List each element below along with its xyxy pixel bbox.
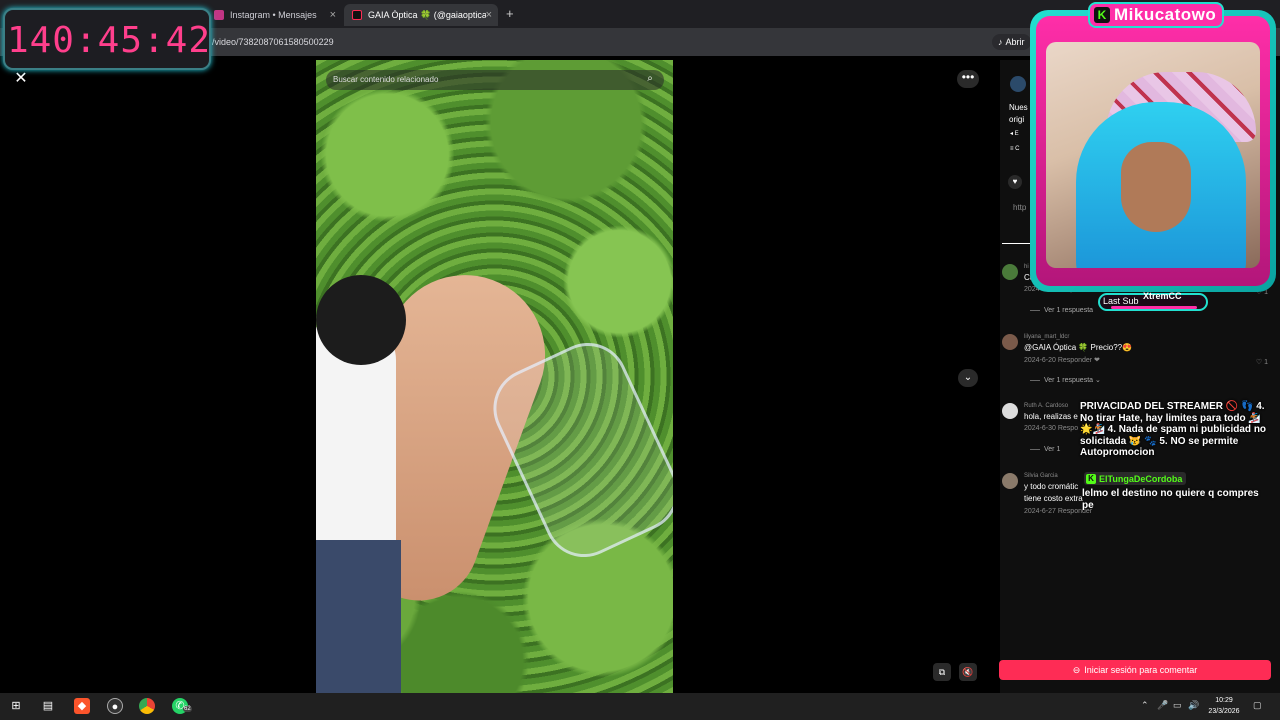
network-icon[interactable]: ▭ (1173, 700, 1182, 711)
microphone-icon[interactable]: 🎤 (1157, 700, 1168, 711)
obs-icon[interactable]: ● (107, 698, 123, 714)
caption-icon: ≡ C (1010, 146, 1020, 152)
clock-time: 10:29 (1215, 697, 1233, 704)
chat-username: ElTungaDeCordoba (1099, 473, 1183, 484)
last-sub-bar (1111, 306, 1197, 309)
comment-meta: 2024-6-30 Respo (1024, 425, 1079, 432)
windows-start-icon[interactable]: ⊞ (8, 698, 24, 714)
timer-value: 140:45:42 (6, 20, 212, 61)
search-icon[interactable]: ⌕ (644, 73, 656, 85)
creator-avatar[interactable] (1010, 76, 1026, 92)
streamer-name: Mikucatowo (1114, 5, 1217, 24)
last-sub-label: Last Sub (1103, 296, 1139, 306)
video-person-head (316, 275, 406, 365)
whatsapp-badge: 62 (183, 706, 192, 712)
heart-icon[interactable]: ♥ (1008, 175, 1022, 189)
url-field[interactable]: /video/7382087061580500229 (212, 37, 334, 47)
tab-underline (1002, 243, 1032, 244)
avatar[interactable] (1002, 334, 1018, 350)
mute-icon[interactable]: 🔇 (959, 663, 977, 681)
chat-message: lelmo el destino no quiere q compres pe (1082, 488, 1259, 511)
kick-logo-icon: K (1094, 7, 1110, 23)
view-replies-link[interactable]: Ver 1 respuesta ⌄ (1030, 376, 1101, 384)
chrome-icon[interactable] (139, 698, 155, 714)
webcam-video (1046, 42, 1260, 268)
taskbar-clock[interactable]: 10:29 23/3/2026 (1198, 695, 1250, 717)
last-sub-name: XtremCC (1143, 291, 1182, 301)
webcam-frame (1030, 10, 1276, 292)
webcam-person-face (1121, 142, 1191, 232)
new-tab-button[interactable]: + (506, 6, 514, 21)
tiktok-icon (352, 10, 362, 20)
comment-text: y todo cromátic (1024, 482, 1079, 491)
comment-text: tiene costo extra (1024, 494, 1083, 503)
video-link[interactable]: http (1013, 203, 1026, 212)
view-replies-link[interactable]: Ver 1 respuesta (1030, 307, 1093, 314)
comment-text: @GAIA Óptica 🍀 Precio??😍 (1024, 343, 1133, 352)
avatar[interactable] (1002, 264, 1018, 280)
comment-user[interactable]: lilyana_mart_ldcr (1024, 334, 1069, 340)
comment-item: lilyana_mart_ldcr @GAIA Óptica 🍀 Precio?… (1002, 334, 1272, 380)
screen: Instagram • Mensajes × GAIA Óptica 🍀 (@g… (0, 0, 1280, 720)
tab-tiktok[interactable]: GAIA Óptica 🍀 (@gaiaoptica... × (344, 4, 498, 26)
login-label: Iniciar sesión para comentar (1084, 665, 1198, 675)
login-to-comment-button[interactable]: ⊖ Iniciar sesión para comentar (999, 660, 1271, 680)
windows-taskbar (0, 693, 1280, 720)
video-person-jeans (316, 540, 401, 693)
description-line: origi (1009, 115, 1025, 124)
tab-label: Instagram • Mensajes (230, 10, 317, 20)
video-player[interactable] (316, 60, 673, 693)
instagram-icon (214, 10, 224, 20)
tray-expand-icon[interactable]: ⌃ (1141, 700, 1149, 711)
task-view-icon[interactable]: ▤ (40, 698, 56, 714)
view-replies-link[interactable]: Ver 1 (1030, 446, 1060, 453)
tab-label: GAIA Óptica 🍀 (@gaiaoptica... (368, 9, 486, 20)
pip-icon[interactable]: ⧉ (933, 663, 951, 681)
stream-timer: 140:45:42 (3, 8, 211, 70)
open-app-button[interactable]: ♪ Abrir (992, 34, 1031, 50)
kick-badge-icon: K (1086, 473, 1096, 484)
clock-date: 23/3/2026 (1208, 708, 1240, 715)
comment-user[interactable]: Silvia Garcia (1024, 473, 1058, 479)
description-line: Nues (1009, 103, 1028, 112)
chat-icon: ⊖ (1072, 664, 1081, 675)
tiktok-icon: ♪ (998, 37, 1003, 47)
video-search-input[interactable]: Buscar contenido relacionado (333, 75, 438, 84)
tab-instagram[interactable]: Instagram • Mensajes × (206, 4, 342, 26)
more-options-button[interactable]: ••• (957, 70, 979, 88)
chat-username-badge: K ElTungaDeCordoba (1084, 472, 1187, 485)
stream-rules-text: PRIVACIDAD DEL STREAMER 🚫 👣 4. No tirar … (1080, 401, 1267, 458)
close-tab-icon[interactable]: × (330, 9, 336, 21)
open-app-label: Abrir (1005, 37, 1025, 47)
close-video-button[interactable]: ✕ (12, 70, 30, 88)
next-video-button[interactable]: ⌄ (958, 369, 978, 387)
notifications-icon[interactable]: ▢ (1253, 700, 1262, 711)
music-icon: ◂ E (1010, 131, 1019, 137)
comment-likes[interactable]: ♡ 1 (1256, 358, 1268, 366)
webcam-border (1036, 16, 1270, 286)
comment-user[interactable]: hi (1024, 264, 1029, 270)
comment-text: hola, realizas e (1024, 412, 1078, 421)
avatar[interactable] (1002, 473, 1018, 489)
close-tab-icon[interactable]: × (486, 9, 492, 21)
comment-user[interactable]: Ruth A. Cardoso (1024, 403, 1068, 409)
brave-browser-icon[interactable]: ◆ (74, 698, 90, 714)
comment-meta: 2024-6-20 Responder ❤ (1024, 357, 1100, 364)
avatar[interactable] (1002, 403, 1018, 419)
